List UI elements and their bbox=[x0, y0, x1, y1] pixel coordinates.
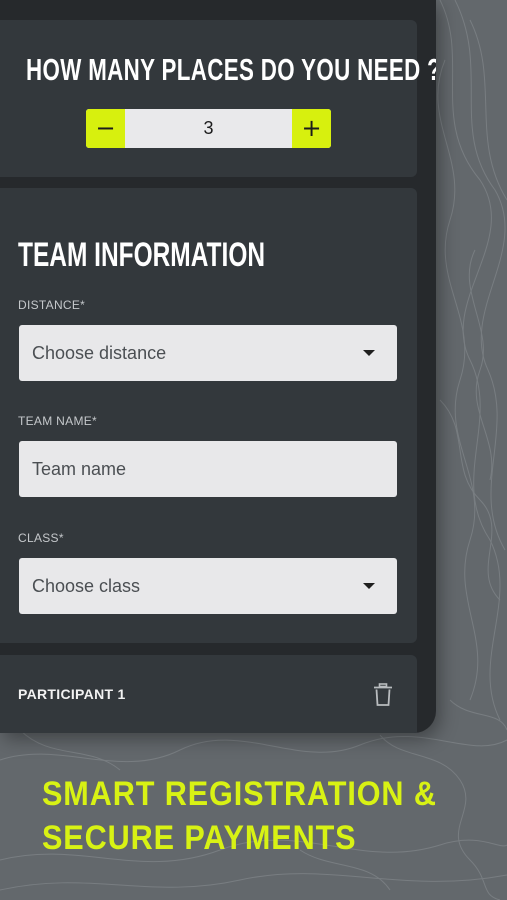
team-information-title: TEAM INFORMATION bbox=[18, 236, 266, 274]
app-screen: HOW MANY PLACES DO YOU NEED ? − 3 + TEAM… bbox=[0, 0, 436, 733]
class-label: CLASS* bbox=[18, 531, 64, 545]
places-count-input[interactable]: 3 bbox=[125, 109, 292, 148]
promo-line-2: SECURE PAYMENTS bbox=[42, 819, 357, 857]
distance-select-placeholder: Choose distance bbox=[32, 343, 167, 363]
trash-icon[interactable] bbox=[373, 683, 393, 707]
class-select[interactable]: Choose class bbox=[19, 558, 397, 614]
chevron-down-icon bbox=[363, 583, 375, 589]
promo-line-1: SMART REGISTRATION & bbox=[42, 775, 437, 813]
class-select-placeholder: Choose class bbox=[32, 576, 141, 596]
distance-select[interactable]: Choose distance bbox=[19, 325, 397, 381]
decrement-button[interactable]: − bbox=[86, 109, 125, 148]
participant-label: PARTICIPANT 1 bbox=[18, 686, 126, 702]
increment-button[interactable]: + bbox=[292, 109, 331, 148]
distance-label: DISTANCE* bbox=[18, 298, 86, 312]
team-name-label: TEAM NAME* bbox=[18, 414, 98, 428]
places-card bbox=[0, 20, 417, 177]
team-name-input[interactable]: Team name bbox=[19, 441, 397, 497]
chevron-down-icon bbox=[363, 350, 375, 356]
places-question-title: HOW MANY PLACES DO YOU NEED ? bbox=[26, 52, 436, 87]
team-name-placeholder: Team name bbox=[32, 459, 127, 479]
promo-tagline: SMART REGISTRATION & SECURE PAYMENTS bbox=[42, 772, 437, 860]
places-stepper: − 3 + bbox=[86, 109, 331, 148]
